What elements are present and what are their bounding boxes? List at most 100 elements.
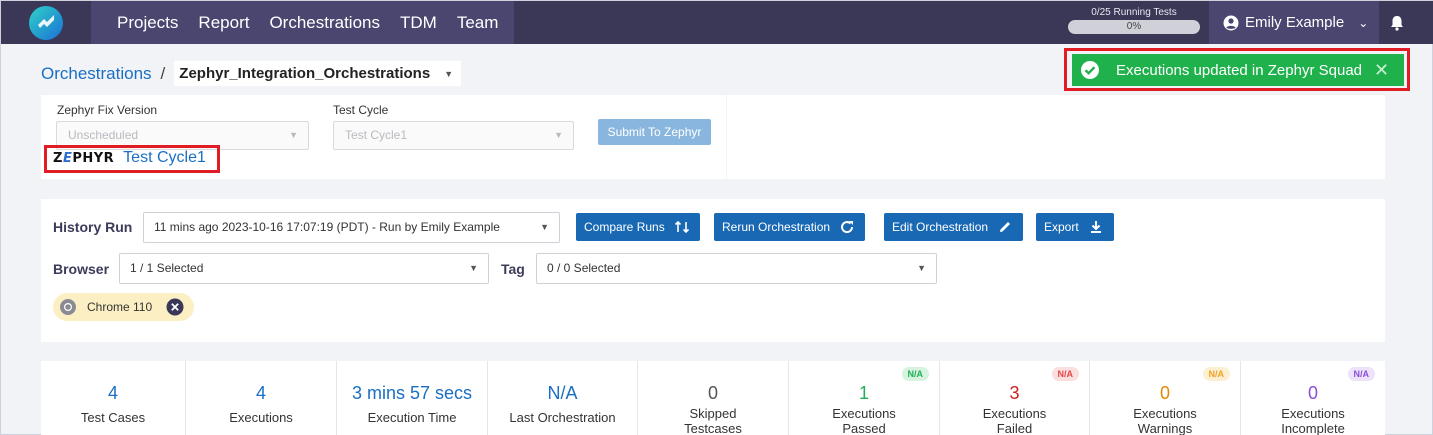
user-avatar-icon <box>1223 15 1239 30</box>
history-run-value: 11 mins ago 2023-10-16 17:07:19 (PDT) - … <box>154 220 500 234</box>
stat-value: 0 <box>707 383 718 403</box>
stat-value: 1 <box>858 383 869 403</box>
edit-orchestration-label: Edit Orchestration <box>892 220 989 234</box>
export-button[interactable]: Export <box>1036 213 1114 241</box>
breadcrumb-separator: / <box>160 63 166 83</box>
caret-down-icon: ▼ <box>554 130 563 140</box>
compare-runs-label: Compare Runs <box>584 220 665 234</box>
swap-arrows-icon <box>674 220 689 234</box>
test-cycle-label: Test Cycle <box>333 103 389 117</box>
caret-down-icon: ▼ <box>917 263 926 273</box>
running-tests-label: 0/25 Running Tests <box>1091 7 1177 18</box>
refresh-icon <box>841 221 854 234</box>
history-run-label: History Run <box>53 219 133 235</box>
fix-version-value: Unscheduled <box>68 128 139 142</box>
breadcrumb-orchestrations-link[interactable]: Orchestrations <box>41 64 152 84</box>
download-icon <box>1090 221 1101 233</box>
stat-value: 4 <box>107 383 118 403</box>
app-logo[interactable] <box>1 1 91 44</box>
chrome-icon <box>60 299 76 315</box>
stat-execution-time[interactable]: 3 mins 57 secs Execution Time <box>337 361 488 435</box>
remove-chip-icon[interactable] <box>166 298 184 316</box>
zephyr-panel-right <box>727 95 1385 179</box>
status-badge: N/A <box>1202 367 1230 381</box>
breadcrumb: Orchestrations / Zephyr_Integration_Orch… <box>41 61 462 86</box>
caret-down-icon: ▼ <box>469 263 478 273</box>
stat-test-cases[interactable]: 4 Test Cases <box>41 361 186 435</box>
caret-down-icon: ▼ <box>540 222 549 232</box>
success-toast: Executions updated in Zephyr Squad ✕ <box>1072 54 1404 86</box>
nav-tdm[interactable]: TDM <box>390 1 447 44</box>
running-tests-indicator: 0/25 Running Tests 0% <box>1068 7 1200 34</box>
logo-icon <box>29 5 63 40</box>
stat-value: 3 <box>1009 383 1020 403</box>
status-badge: N/A <box>1051 367 1079 381</box>
stat-label: Executions Warnings <box>1133 406 1197 435</box>
check-circle-icon <box>1081 61 1099 79</box>
export-label: Export <box>1044 220 1079 234</box>
bell-icon[interactable] <box>1387 13 1407 33</box>
history-panel: History Run 11 mins ago 2023-10-16 17:07… <box>41 199 1385 342</box>
fix-version-label: Zephyr Fix Version <box>57 103 158 117</box>
browser-select[interactable]: 1 / 1 Selected ▼ <box>119 253 489 284</box>
top-nav-bar: Projects Report Orchestrations TDM Team … <box>1 1 1433 44</box>
tag-select[interactable]: 0 / 0 Selected ▼ <box>536 253 937 284</box>
stat-skipped-testcases[interactable]: 0 Skipped Testcases <box>638 361 789 435</box>
rerun-orchestration-button[interactable]: Rerun Orchestration <box>714 213 866 241</box>
stats-row: 4 Test Cases 4 Executions 3 mins 57 secs… <box>41 361 1385 435</box>
history-run-select[interactable]: 11 mins ago 2023-10-16 17:07:19 (PDT) - … <box>143 212 560 243</box>
user-menu[interactable]: Emily Example ⌄ <box>1209 1 1379 44</box>
user-name: Emily Example <box>1245 14 1345 31</box>
stat-value: 0 <box>1307 383 1318 403</box>
test-cycle-value: Test Cycle1 <box>345 128 408 142</box>
stat-value: 4 <box>255 383 266 403</box>
stat-executions-warnings[interactable]: N/A 0 Executions Warnings <box>1090 361 1241 435</box>
stat-value: 0 <box>1159 383 1170 403</box>
close-icon[interactable]: ✕ <box>1374 60 1389 81</box>
stat-label: Skipped Testcases <box>684 406 742 435</box>
chevron-down-icon: ⌄ <box>1358 15 1369 30</box>
tag-label: Tag <box>501 261 525 277</box>
browser-chip: Chrome 110 <box>53 293 194 321</box>
stat-label: Executions Failed <box>982 406 1047 435</box>
toast-message: Executions updated in Zephyr Squad <box>1116 61 1362 79</box>
nav-team[interactable]: Team <box>447 1 515 44</box>
nav-projects[interactable]: Projects <box>91 1 188 44</box>
caret-down-icon: ▼ <box>289 130 298 140</box>
tag-value: 0 / 0 Selected <box>547 261 621 275</box>
rerun-orchestration-label: Rerun Orchestration <box>722 220 831 234</box>
zephyr-cycle-link[interactable]: ZEPHYR Test Cycle1 <box>53 149 206 167</box>
browser-label: Browser <box>53 261 110 277</box>
stat-executions-passed[interactable]: N/A 1 Executions Passed <box>789 361 940 435</box>
nav-report[interactable]: Report <box>188 1 259 44</box>
stat-value: N/A <box>547 383 578 403</box>
test-cycle-select[interactable]: Test Cycle1 ▼ <box>333 121 574 150</box>
orchestration-selector[interactable]: Zephyr_Integration_Orchestrations ▼ <box>174 61 462 86</box>
browser-chip-label: Chrome 110 <box>87 300 153 314</box>
orchestration-name: Zephyr_Integration_Orchestrations <box>179 65 431 82</box>
edit-orchestration-button[interactable]: Edit Orchestration <box>884 213 1024 241</box>
caret-down-icon: ▼ <box>444 68 454 79</box>
stat-label: Execution Time <box>367 410 457 425</box>
status-badge: N/A <box>1347 367 1375 381</box>
running-tests-progress: 0% <box>1068 20 1200 34</box>
main-nav: Projects Report Orchestrations TDM Team <box>91 1 515 44</box>
stat-executions-failed[interactable]: N/A 3 Executions Failed <box>940 361 1090 435</box>
stat-label: Executions <box>229 410 293 425</box>
zephyr-logo: ZEPHYR <box>53 150 115 166</box>
browser-value: 1 / 1 Selected <box>130 261 204 275</box>
stat-label: Executions Incomplete <box>1281 406 1345 435</box>
compare-runs-button[interactable]: Compare Runs <box>576 213 700 241</box>
nav-orchestrations[interactable]: Orchestrations <box>259 1 390 44</box>
pencil-icon <box>1000 222 1011 232</box>
status-badge: N/A <box>901 367 929 381</box>
stat-label: Last Orchestration <box>509 410 616 425</box>
zephyr-cycle-link-text[interactable]: Test Cycle1 <box>123 149 206 167</box>
submit-to-zephyr-button[interactable]: Submit To Zephyr <box>598 119 711 145</box>
stat-value: 3 mins 57 secs <box>351 383 473 403</box>
stat-last-orchestration[interactable]: N/A Last Orchestration <box>488 361 638 435</box>
stat-executions[interactable]: 4 Executions <box>186 361 337 435</box>
stat-executions-incomplete[interactable]: N/A 0 Executions Incomplete <box>1241 361 1385 435</box>
stat-label: Executions Passed <box>832 406 896 435</box>
stat-label: Test Cases <box>80 410 146 425</box>
